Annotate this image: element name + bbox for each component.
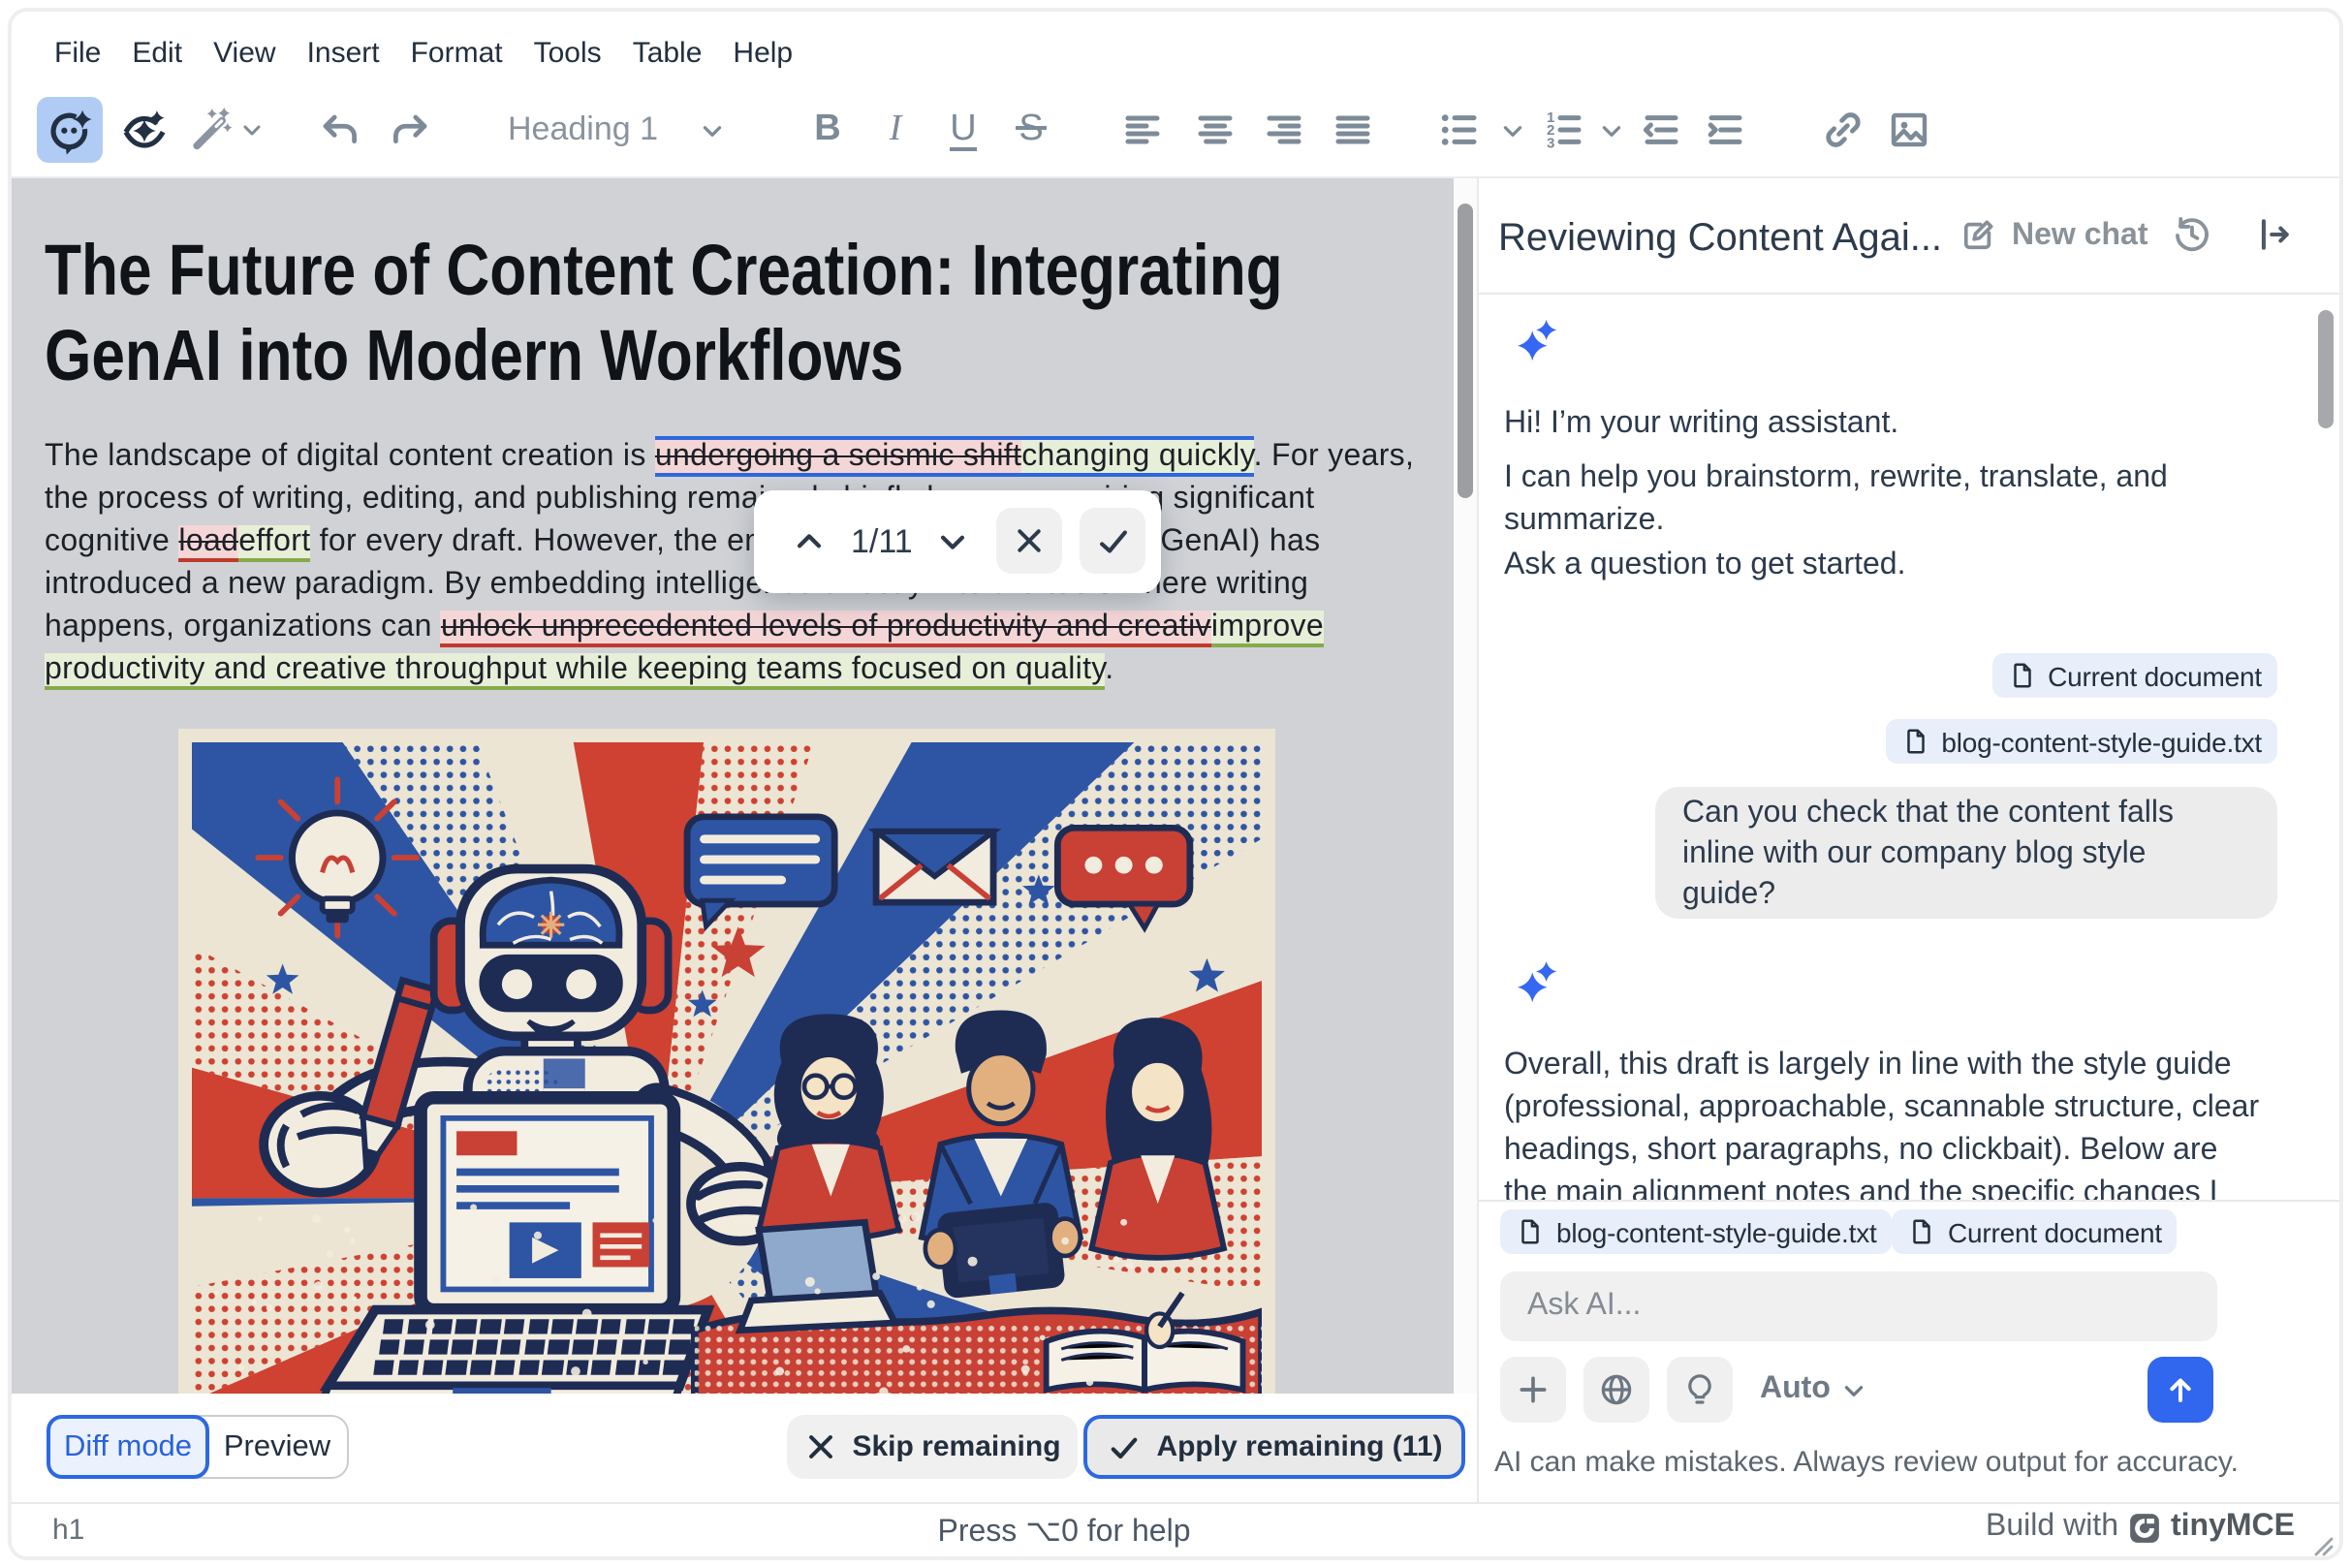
svg-text:3: 3 — [1547, 135, 1554, 151]
